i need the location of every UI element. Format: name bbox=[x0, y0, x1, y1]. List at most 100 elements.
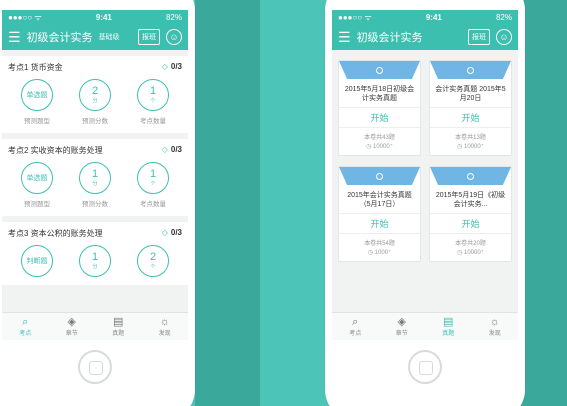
stat-item: 2 分预测分数 bbox=[79, 79, 111, 125]
stat-label: 考点数量 bbox=[140, 201, 166, 208]
stat-item: 1 个考点数量 bbox=[137, 162, 169, 208]
level-label[interactable]: 基础级 bbox=[99, 32, 120, 42]
stat-value: 单选题 bbox=[26, 175, 48, 182]
stat-label: 考点数量 bbox=[140, 118, 166, 125]
exam-paper-card[interactable]: 会计实务真题 2015年5月20日 开始 本卷共13题 ◷ 10000⁺ bbox=[429, 60, 512, 156]
tab-发现[interactable]: ☼ 发现 bbox=[142, 313, 189, 340]
paper-header-shape bbox=[339, 61, 420, 79]
start-button[interactable]: 开始 bbox=[430, 213, 511, 234]
diamond-icon: ◇ bbox=[161, 145, 168, 154]
tab-bar: ⌕ 考点 ◈ 章节 ▤ 真题 ☼ 发现 bbox=[2, 312, 188, 340]
signal-icon: ●●●○○ ᯤ bbox=[338, 12, 372, 22]
stat-circle[interactable]: 2个 bbox=[137, 245, 169, 277]
stat-label: 预测分数 bbox=[82, 201, 108, 208]
left-phone: ●●●○○ ᯤ 9:41 82% ☰ 初级会计实务 基础级 报班 ☺ 考点1 货… bbox=[0, 0, 195, 406]
knowledge-point-card[interactable]: 考点3 资本公积的账务处理 ◇ 0/3 判断题 1 分 2 个 bbox=[2, 222, 188, 285]
clock-icon bbox=[376, 172, 383, 180]
avatar-icon[interactable]: ☺ bbox=[496, 29, 512, 45]
stat-circle[interactable]: 单选题 bbox=[21, 162, 53, 194]
tab-章节[interactable]: ◈ 章节 bbox=[379, 313, 426, 340]
view-count: ◷ 10000⁺ bbox=[366, 144, 393, 150]
question-count: 本卷共13题 bbox=[455, 135, 486, 141]
tab-icon: ⌕ bbox=[22, 316, 29, 328]
home-button[interactable] bbox=[78, 350, 112, 384]
progress-count: ◇ 0/3 bbox=[161, 228, 182, 237]
start-button[interactable]: 开始 bbox=[339, 213, 420, 234]
page-title: 初级会计实务 bbox=[26, 32, 93, 44]
knowledge-point-title: 考点2 实收资本的账务处理 bbox=[8, 146, 103, 155]
signal-icon: ●●●○○ ᯤ bbox=[8, 12, 42, 22]
knowledge-point-card[interactable]: 考点2 实收资本的账务处理 ◇ 0/3 单选题 预测题型 1 分预测分数 1 个考点数量 bbox=[2, 139, 188, 216]
status-bar: ●●●○○ ᯤ 9:41 82% bbox=[332, 10, 518, 24]
stat-unit: 个 bbox=[150, 181, 156, 187]
paper-title: 2015年5月18日初级会计实务真题 bbox=[344, 86, 415, 102]
diamond-icon: ◇ bbox=[161, 228, 168, 237]
tab-label: 章节 bbox=[395, 331, 408, 337]
tab-icon: ◈ bbox=[397, 316, 406, 328]
stat-value: 2 bbox=[91, 85, 99, 97]
stat-circle[interactable]: 1个 bbox=[137, 79, 169, 111]
knowledge-point-header: 考点2 实收资本的账务处理 ◇ 0/3 bbox=[8, 145, 182, 156]
signup-button[interactable]: 报班 bbox=[468, 29, 490, 45]
question-count: 本卷共54题 bbox=[364, 241, 395, 247]
tab-label: 发现 bbox=[158, 331, 171, 337]
signup-button[interactable]: 报班 bbox=[138, 29, 160, 45]
paper-title: 2015年5月19日《初级会计实务... bbox=[435, 192, 506, 208]
stat-item: 单选题 预测题型 bbox=[21, 162, 53, 208]
tab-考点[interactable]: ⌕ 考点 bbox=[332, 313, 379, 340]
tab-bar: ⌕ 考点 ◈ 章节 ▤ 真题 ☼ 发现 bbox=[332, 312, 518, 340]
stat-item: 1分 bbox=[79, 245, 111, 277]
home-button[interactable] bbox=[408, 350, 442, 384]
question-count: 本卷共20题 bbox=[455, 241, 486, 247]
knowledge-point-title: 考点3 资本公积的账务处理 bbox=[8, 229, 103, 238]
stats-row: 判断题 1 分 2 个 bbox=[8, 245, 182, 277]
stat-value: 判断题 bbox=[26, 258, 48, 265]
tab-考点[interactable]: ⌕ 考点 bbox=[2, 313, 49, 340]
tab-发现[interactable]: ☼ 发现 bbox=[472, 313, 519, 340]
tab-章节[interactable]: ◈ 章节 bbox=[49, 313, 96, 340]
stat-value: 2 bbox=[149, 251, 157, 263]
stat-label: 预测分数 bbox=[82, 118, 108, 125]
stat-value: 1 bbox=[149, 168, 157, 180]
stat-unit: 分 bbox=[92, 98, 98, 104]
tab-真题[interactable]: ▤ 真题 bbox=[95, 313, 142, 340]
paper-header-shape bbox=[430, 61, 511, 79]
knowledge-point-card[interactable]: 考点1 货币资金 ◇ 0/3 单选题 预测题型 2 分预测分数 1 个考点数量 bbox=[2, 56, 188, 133]
stat-circle[interactable]: 1分 bbox=[79, 162, 111, 194]
stat-label: 预测题型 bbox=[24, 201, 50, 208]
tab-icon: ◈ bbox=[67, 316, 76, 328]
battery-level: 82% bbox=[495, 12, 512, 22]
menu-icon[interactable]: ☰ bbox=[8, 29, 21, 46]
clock-icon bbox=[467, 66, 474, 74]
stat-unit: 分 bbox=[92, 264, 98, 270]
tab-label: 考点 bbox=[19, 331, 32, 337]
avatar-icon[interactable]: ☺ bbox=[166, 29, 182, 45]
tab-真题[interactable]: ▤ 真题 bbox=[425, 313, 472, 340]
stats-row: 单选题 预测题型 2 分预测分数 1 个考点数量 bbox=[8, 79, 182, 125]
stat-item: 1 个考点数量 bbox=[137, 79, 169, 125]
exam-paper-card[interactable]: 2015年5月18日初级会计实务真题开始本卷共43题 ◷ 10000⁺ bbox=[338, 60, 421, 156]
exam-paper-card[interactable]: 2015年5月19日《初级会计实务... 开始 本卷共20题 ◷ 10000⁺ bbox=[429, 166, 512, 262]
left-screen: ●●●○○ ᯤ 9:41 82% ☰ 初级会计实务 基础级 报班 ☺ 考点1 货… bbox=[2, 10, 188, 340]
menu-icon[interactable]: ☰ bbox=[338, 29, 351, 46]
stat-item: 1 分预测分数 bbox=[79, 162, 111, 208]
exam-paper-card[interactable]: 2015年会计实务真题（5月17日） 开始 本卷共54题 ◷ 1000⁺ bbox=[338, 166, 421, 262]
stats-row: 单选题 预测题型 1 分预测分数 1 个考点数量 bbox=[8, 162, 182, 208]
start-button[interactable]: 开始 bbox=[339, 107, 420, 128]
start-button[interactable]: 开始 bbox=[430, 107, 511, 128]
stat-value: 单选题 bbox=[26, 92, 48, 99]
tab-label: 发现 bbox=[488, 331, 501, 337]
right-screen: ●●●○○ ᯤ 9:41 82% ☰ 初级会计实务 报班 ☺ 2015年5月18… bbox=[332, 10, 518, 340]
stat-circle[interactable]: 单选题 bbox=[21, 79, 53, 111]
status-bar: ●●●○○ ᯤ 9:41 82% bbox=[2, 10, 188, 24]
clock-icon bbox=[467, 172, 474, 180]
stat-circle[interactable]: 1分 bbox=[79, 245, 111, 277]
stat-circle[interactable]: 1个 bbox=[137, 162, 169, 194]
stat-item: 单选题 预测题型 bbox=[21, 79, 53, 125]
stat-circle[interactable]: 2分 bbox=[79, 79, 111, 111]
stat-value: 1 bbox=[91, 168, 99, 180]
tab-icon: ⌕ bbox=[352, 316, 359, 328]
exam-paper-grid: 2015年5月18日初级会计实务真题 开始 本卷共43题 ◷ 10000⁺ 会计实务真题… bbox=[332, 50, 518, 272]
question-count: 本卷共43题 bbox=[364, 135, 395, 141]
stat-circle[interactable]: 判断题 bbox=[21, 245, 53, 277]
